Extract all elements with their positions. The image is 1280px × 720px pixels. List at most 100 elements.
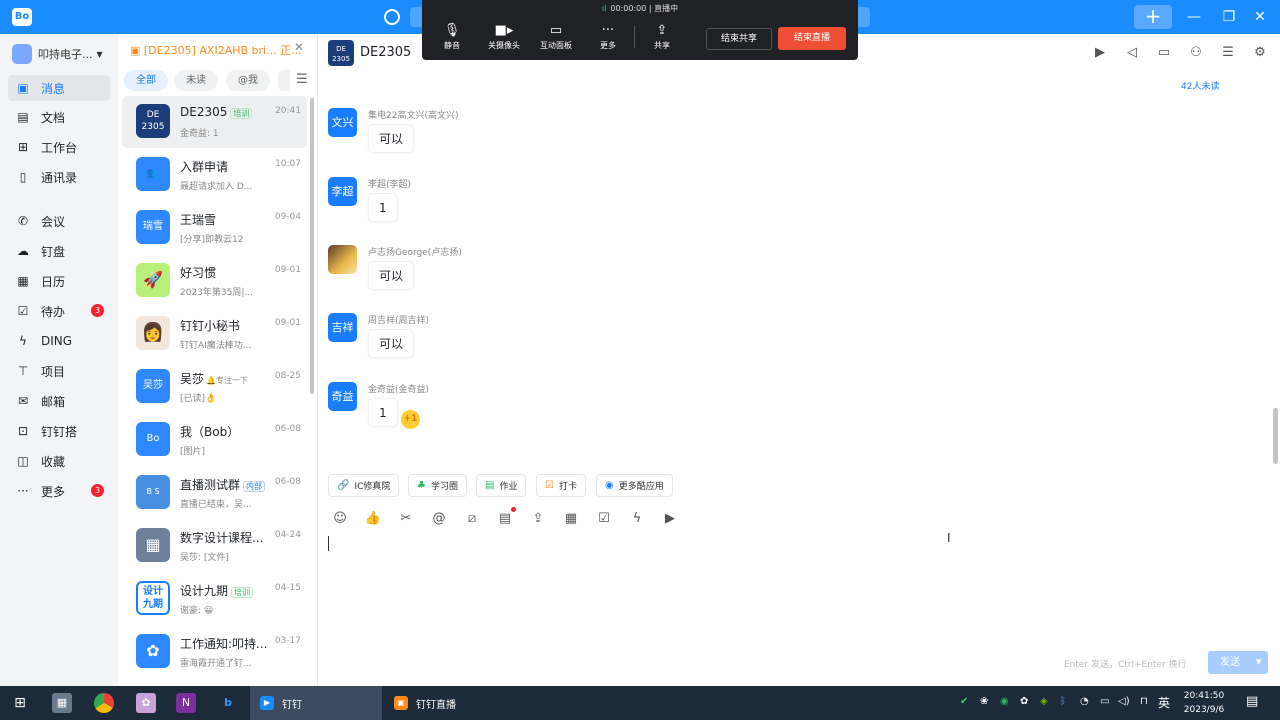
task-icon[interactable]: ☑ (595, 511, 613, 526)
taskbar-app-dingtalk[interactable]: ▶ 钉钉 (250, 686, 382, 720)
sidebar-item-ding[interactable]: ϟ DING (8, 328, 110, 354)
unread-count[interactable]: 42人未读 (1181, 79, 1219, 92)
conversation-item[interactable]: DE 2305 DE2305 培训 20:41 金奇益: 1 (122, 96, 307, 148)
message-bubble[interactable]: 可以 (368, 329, 415, 358)
mention-icon[interactable]: @ (430, 511, 448, 526)
conversation-item[interactable]: Bo 我（Bob） 06-08 [图片] (122, 414, 307, 466)
bluetooth-icon[interactable]: ᛒ (1060, 696, 1066, 707)
tray-app-icon[interactable]: ❀ (980, 696, 988, 707)
calculator-icon[interactable]: ▦ (52, 693, 72, 713)
sidebar-item-contacts[interactable]: ▯ 通讯录 (8, 164, 110, 190)
quick-app-circle[interactable]: ♣ 学习圈 (408, 474, 467, 497)
conversation-item[interactable]: 👥 入群申请 10:07 聂超请求加入 D... (122, 149, 307, 201)
plus-one-reaction[interactable]: +1 (401, 410, 420, 429)
message-bubble[interactable]: 1 (368, 398, 398, 427)
group-avatar[interactable]: DE 2305 (328, 40, 354, 66)
chat-scrollbar[interactable] (1273, 408, 1278, 464)
add-button[interactable]: + (1134, 5, 1172, 29)
avatar[interactable]: 文兴 (328, 108, 357, 137)
search-history-icon[interactable]: ☰ (1220, 45, 1236, 60)
calendar-icon[interactable]: ▦ (562, 511, 580, 526)
text-cursor[interactable] (328, 536, 329, 551)
quick-app-homework[interactable]: ▤ 作业 (476, 474, 527, 497)
end-live-button[interactable]: 结束直播 (778, 27, 846, 50)
filter-all[interactable]: 全部 (124, 70, 168, 91)
restore-button[interactable]: ❐ (1219, 7, 1239, 27)
list-scrollbar[interactable] (310, 98, 314, 394)
quick-app-checkin[interactable]: ☑ 打卡 (536, 474, 586, 497)
chrome-icon[interactable] (94, 693, 114, 713)
battery-icon[interactable]: ▭ (1100, 696, 1109, 707)
conversation-item[interactable]: 👩 钉钉小秘书 09-01 钉钉AI魔法棒功... (122, 308, 307, 360)
avatar[interactable]: 奇益 (328, 382, 357, 411)
conversation-item[interactable]: 吴莎 吴莎 🔔专注一下 08-25 [已读]👌 (122, 361, 307, 413)
sidebar-item-calendar[interactable]: ▦ 日历 (8, 268, 110, 294)
send-button[interactable]: 发送 ▼ (1208, 651, 1268, 674)
live-icon[interactable]: ▶ (1092, 45, 1108, 60)
stop-share-button[interactable]: 结束共享 (706, 28, 772, 50)
camera-button[interactable]: ■▸ 关摄像头 (480, 22, 528, 51)
message-bubble[interactable]: 可以 (368, 261, 415, 290)
shield-icon[interactable]: ✔ (960, 696, 968, 707)
windows-start-icon[interactable]: ⊞ (10, 693, 30, 713)
menu-icon[interactable]: ☰ (296, 72, 308, 87)
app-logo[interactable]: Bo (12, 8, 32, 26)
sidebar-item-todo[interactable]: ☑ 待办 3 (8, 298, 110, 324)
filter-mention[interactable]: @我 (226, 70, 270, 91)
taskbar-app-live[interactable]: ▣ 钉钉直播 (384, 686, 514, 720)
system-clock[interactable]: 20:41:50 2023/9/6 (1176, 689, 1232, 717)
tray-sync-icon[interactable]: ✿ (1020, 696, 1028, 707)
group-name[interactable]: DE2305 (360, 45, 411, 60)
announcement-icon[interactable]: ◁ (1124, 45, 1140, 60)
conversation-item[interactable]: B S 直播测试群 内部 06-08 直播已结束，吴... (122, 467, 307, 519)
quick-app-ic[interactable]: 🔗 IC修真院 (328, 474, 400, 497)
nvidia-icon[interactable]: ◈ (1040, 696, 1048, 707)
palette-icon[interactable]: ✿ (136, 693, 156, 713)
message-bubble[interactable]: 1 (368, 193, 398, 222)
close-button[interactable]: ✕ (1250, 7, 1270, 27)
conversation-item[interactable]: 瑞雪 王瑞雪 09-04 [分享]即教云12 (122, 202, 307, 254)
avatar[interactable]: 吉祥 (328, 313, 357, 342)
filter-more[interactable] (278, 70, 290, 91)
volume-icon[interactable]: ◁) (1118, 696, 1130, 707)
ime-indicator[interactable]: 英 (1158, 694, 1170, 711)
sidebar-item-messages[interactable]: ▣ 消息 (8, 75, 110, 101)
message-bubble[interactable]: 可以 (368, 124, 415, 153)
close-icon[interactable]: ✕ (294, 40, 304, 54)
search-box-right[interactable] (856, 7, 870, 27)
avatar[interactable] (328, 245, 357, 274)
conversation-item[interactable]: 设计 九期 设计九期 培训 04-15 谢豪: 😀 (122, 573, 307, 625)
scissors-icon[interactable]: ✂ (397, 511, 415, 526)
sidebar-item-more[interactable]: ··· 更多 3 (8, 478, 110, 504)
conversation-item[interactable]: ▦ 数字设计课程... 04-24 吴莎: [文件] (122, 520, 307, 572)
history-icon[interactable] (384, 9, 400, 25)
onenote-icon[interactable]: N (176, 693, 196, 713)
org-switcher[interactable]: 叩持电子... ▼ (12, 44, 103, 64)
sidebar-item-docs[interactable]: ▤ 文档 (8, 104, 110, 130)
video-icon[interactable]: ▶ (661, 511, 679, 526)
chevron-down-icon[interactable]: ▼ (1256, 651, 1261, 674)
ding-icon[interactable]: ϟ (628, 511, 646, 526)
sidebar-item-workbench[interactable]: ⊞ 工作台 (8, 134, 110, 160)
emoji-icon[interactable]: ☺ (331, 511, 349, 526)
filter-unread[interactable]: 未读 (174, 70, 218, 91)
sidebar-item-mail[interactable]: ✉ 邮箱 (8, 388, 110, 414)
sidebar-item-drive[interactable]: ☁ 钉盘 (8, 238, 110, 264)
thumbs-up-icon[interactable]: 👍 (364, 511, 382, 526)
network-wired-icon[interactable]: ⊓ (1140, 696, 1148, 707)
notes-icon[interactable]: ▤ (496, 511, 514, 526)
mute-button[interactable]: 🎙 静音 (428, 22, 476, 51)
quick-app-more[interactable]: ◉ 更多酷应用 (596, 474, 673, 497)
avatar[interactable]: 李超 (328, 177, 357, 206)
settings-icon[interactable]: ⚙ (1252, 45, 1268, 60)
sidebar-item-meeting[interactable]: ✆ 会议 (8, 208, 110, 234)
notification-icon[interactable]: ▤ (1246, 694, 1258, 709)
conversation-item[interactable]: ✿ 工作通知:叩持... 03-17 雷海霞开通了钉... (122, 626, 307, 678)
command-icon[interactable]: ⧄ (463, 511, 481, 526)
upload-folder-icon[interactable]: ⇪ (529, 511, 547, 526)
live-banner[interactable]: ▣ [DE2305] AXI2AHB bri... 正... (130, 42, 310, 58)
minimize-button[interactable]: — (1184, 7, 1204, 27)
wechat-icon[interactable]: ◉ (1000, 696, 1009, 707)
more-button[interactable]: ··· 更多 (584, 22, 632, 51)
add-member-icon[interactable]: ⚇ (1188, 45, 1204, 60)
